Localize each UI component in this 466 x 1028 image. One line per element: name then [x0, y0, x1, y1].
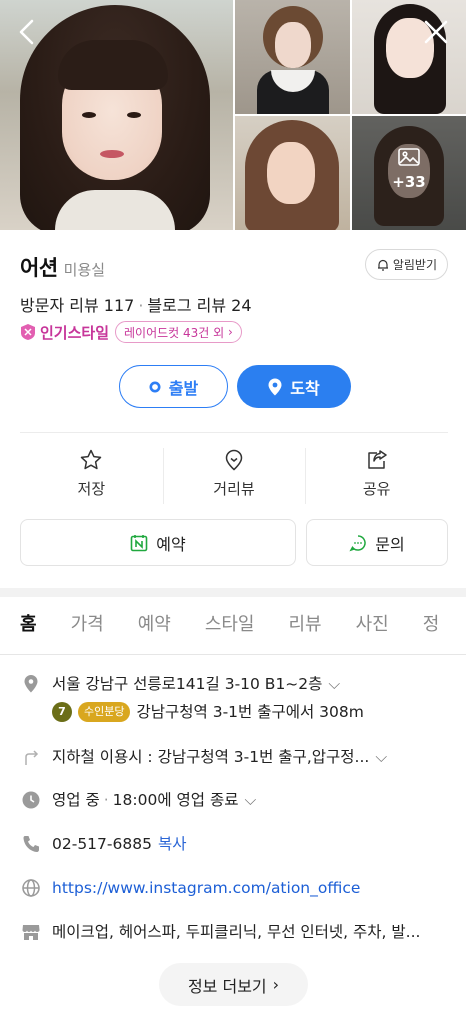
chevron-right-icon: ›: [228, 325, 233, 339]
hours-end: 18:00에 영업 종료: [112, 791, 239, 809]
action-row: 저장 거리뷰 공유: [20, 448, 448, 504]
star-icon: [81, 449, 102, 470]
tab-booking[interactable]: 예약: [138, 597, 171, 654]
depart-label: 출발: [168, 378, 199, 398]
depart-button[interactable]: 출발: [119, 365, 228, 408]
blog-reviews-link[interactable]: 블로그 리뷰 24: [147, 296, 251, 315]
popular-style-chip[interactable]: 레이어드컷 43건 외 ›: [115, 321, 242, 343]
tab-home[interactable]: 홈: [20, 597, 37, 654]
arrive-button[interactable]: 도착: [237, 365, 351, 408]
save-label: 저장: [77, 480, 106, 498]
alarm-label: 알림받기: [392, 258, 437, 272]
chevron-right-icon: ›: [272, 975, 280, 994]
inquiry-label: 문의: [375, 534, 405, 554]
directions-arrow-icon: [25, 750, 39, 765]
clock-icon: [22, 791, 40, 809]
tab-review[interactable]: 리뷰: [289, 597, 322, 654]
amenities-text: 메이크업, 헤어스파, 두피클리닉, 무선 인터넷, 주차, 발...: [52, 923, 421, 941]
photo-gallery: +33: [0, 0, 466, 230]
website-row: https://www.instagram.com/ation_office: [20, 877, 360, 899]
save-button[interactable]: 저장: [20, 448, 163, 499]
more-info-label: 정보 더보기: [187, 976, 267, 996]
tab-price[interactable]: 가격: [71, 597, 104, 654]
street-view-label: 거리뷰: [213, 480, 255, 498]
review-summary: 방문자 리뷰 117 · 블로그 리뷰 24: [20, 296, 252, 315]
reserve-label: 예약: [156, 534, 186, 554]
arrive-label: 도착: [290, 378, 320, 398]
bell-icon: [377, 259, 388, 271]
alarm-button[interactable]: 알림받기: [364, 249, 448, 280]
image-icon: [398, 148, 420, 166]
gallery-thumb[interactable]: [235, 116, 350, 230]
chat-bubble-icon: [349, 534, 367, 551]
section-separator: [0, 588, 466, 597]
popular-style-row: 인기스타일 레이어드컷 43건 외 ›: [20, 321, 242, 343]
globe-icon: [22, 879, 40, 897]
tab-info-partial[interactable]: 정: [423, 597, 440, 654]
popular-chip-text: 레이어드컷 43건 외: [124, 325, 225, 340]
origin-dot-icon: [149, 381, 161, 392]
share-label: 공유: [362, 480, 391, 498]
phone-icon: [23, 836, 39, 852]
address-row[interactable]: 서울 강남구 선릉로141길 3-10 B1~2층 ⌵ 7 수인분당 강남구청역 …: [20, 673, 364, 723]
subway-exit-text: 강남구청역 3-1번 출구에서 308m: [136, 703, 364, 721]
transit-text: 지하철 이용시 : 강남구청역 3-1번 출구,압구정...: [52, 748, 370, 766]
place-category: 미용실: [63, 261, 106, 279]
copy-phone-button[interactable]: 복사: [158, 835, 187, 853]
chevron-down-icon: ⌵: [244, 791, 257, 809]
place-name: 어션: [20, 256, 58, 280]
gallery-thumb[interactable]: [235, 0, 350, 114]
gallery-more-thumb[interactable]: +33: [352, 116, 466, 230]
share-icon: [367, 450, 387, 469]
chevron-down-icon: ⌵: [375, 748, 388, 766]
visitor-reviews-link[interactable]: 방문자 리뷰 117: [20, 296, 134, 315]
chevron-down-icon: ⌵: [328, 675, 341, 693]
street-view-button[interactable]: 거리뷰: [162, 448, 306, 504]
store-icon: [22, 925, 40, 940]
chevron-left-icon: [19, 19, 34, 45]
tab-style[interactable]: 스타일: [205, 597, 255, 654]
close-button[interactable]: [420, 16, 452, 48]
address-text: 서울 강남구 선릉로141길 3-10 B1~2층: [52, 675, 323, 693]
subway-line-name-badge: 수인분당: [78, 702, 131, 722]
map-pin-icon: [268, 378, 282, 395]
hours-row[interactable]: 영업 중 · 18:00에 영업 종료 ⌵: [20, 789, 256, 811]
reserve-button[interactable]: 예약: [20, 519, 296, 566]
phone-row: 02-517-6885 복사: [20, 833, 186, 855]
more-info-button[interactable]: 정보 더보기 ›: [159, 963, 308, 1006]
map-pin-outline-icon: [225, 449, 243, 471]
share-button[interactable]: 공유: [305, 448, 448, 504]
popular-style-label: 인기스타일: [40, 323, 110, 342]
transit-row[interactable]: 지하철 이용시 : 강남구청역 3-1번 출구,압구정... ⌵: [20, 746, 387, 768]
subway-line-badge: 7: [52, 702, 72, 722]
inquiry-button[interactable]: 문의: [306, 519, 448, 566]
tab-bar: 홈 가격 예약 스타일 리뷰 사진 정: [0, 597, 466, 655]
popular-badge-icon: [21, 324, 35, 340]
location-icon: [24, 675, 38, 693]
phone-number[interactable]: 02-517-6885: [52, 835, 152, 853]
close-icon: [424, 20, 448, 44]
more-photos-count: +33: [392, 173, 426, 191]
back-button[interactable]: [12, 16, 44, 48]
tab-photo[interactable]: 사진: [356, 597, 389, 654]
website-link[interactable]: https://www.instagram.com/ation_office: [52, 879, 360, 897]
naver-booking-icon: [130, 534, 148, 551]
amenities-row[interactable]: 메이크업, 헤어스파, 두피클리닉, 무선 인터넷, 주차, 발...: [20, 921, 420, 943]
divider: [20, 432, 448, 433]
hours-status: 영업 중: [52, 791, 100, 809]
